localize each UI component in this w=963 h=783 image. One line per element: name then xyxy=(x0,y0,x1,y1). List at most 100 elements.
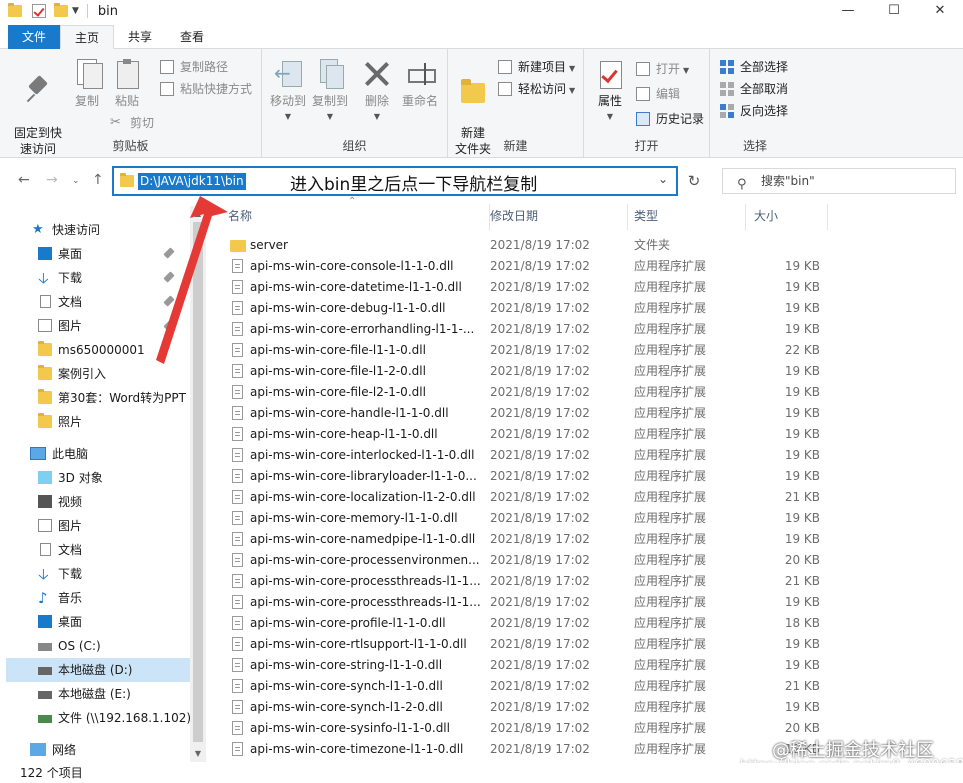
delete-dropdown-icon: ▼ xyxy=(373,112,381,121)
dll-file-icon xyxy=(232,721,243,735)
select-none-button[interactable]: 全部取消 xyxy=(720,80,788,98)
table-row[interactable]: api-ms-win-core-localization-l1-2-0.dll 2… xyxy=(210,487,963,508)
edit-button[interactable]: 编辑 xyxy=(636,85,680,103)
select-all-button[interactable]: 全部选择 xyxy=(720,58,788,76)
nav-item-videos[interactable]: 视频 xyxy=(0,490,190,514)
nav-network[interactable]: 网络 xyxy=(0,738,190,762)
download-arrow-icon: 🡣 xyxy=(38,565,49,583)
paste-shortcut-button[interactable]: 粘贴快捷方式 xyxy=(160,80,252,98)
file-type: 应用程序扩展 xyxy=(634,658,707,672)
minimize-button[interactable]: — xyxy=(825,0,871,22)
address-dropdown-icon[interactable]: ⌄ xyxy=(658,172,668,186)
table-row[interactable]: api-ms-win-core-errorhandling-l1-1-... 20… xyxy=(210,319,963,340)
table-row[interactable]: api-ms-win-core-debug-l1-1-0.dll 2021/8/1… xyxy=(210,298,963,319)
table-row[interactable]: api-ms-win-core-file-l1-2-0.dll 2021/8/19… xyxy=(210,361,963,382)
table-row[interactable]: api-ms-win-core-processthreads-l1-1... 20… xyxy=(210,571,963,592)
tab-file[interactable]: 文件 xyxy=(8,25,61,49)
properties-button[interactable]: 属性 ▼ xyxy=(590,59,630,125)
new-folder-quick-icon[interactable] xyxy=(54,3,68,17)
open-button[interactable]: 打开 ▼ xyxy=(636,60,689,78)
nav-item-music[interactable]: ♪ 音乐 xyxy=(0,586,190,610)
nav-item-folder[interactable]: 第30套：Word转为PPT xyxy=(0,386,190,410)
red-arrow-shape xyxy=(156,196,228,364)
table-row[interactable]: api-ms-win-core-datetime-l1-1-0.dll 2021/… xyxy=(210,277,963,298)
address-folder-icon xyxy=(120,173,134,187)
nav-quick-access-label: 快速访问 xyxy=(52,223,101,237)
cut-button[interactable]: ✂ 剪切 xyxy=(110,114,154,132)
refresh-icon[interactable]: ↻ xyxy=(680,166,708,196)
scroll-down-icon[interactable]: ▼ xyxy=(190,746,206,762)
maximize-button[interactable]: ☐ xyxy=(871,0,917,22)
table-row[interactable]: api-ms-win-core-synch-l1-1-0.dll 2021/8/1… xyxy=(210,676,963,697)
nav-item-folder[interactable]: 照片 xyxy=(0,410,190,434)
nav-item-documents[interactable]: 文档 xyxy=(0,538,190,562)
dll-file-icon xyxy=(232,448,243,462)
nav-item-3d-objects[interactable]: 3D 对象 xyxy=(0,466,190,490)
table-row[interactable]: api-ms-win-core-string-l1-1-0.dll 2021/8/… xyxy=(210,655,963,676)
nav-item-downloads[interactable]: 🡣 下载 xyxy=(0,562,190,586)
tab-share[interactable]: 共享 xyxy=(114,25,166,49)
nav-item-network-drive[interactable]: 文件 (\\192.168.1.102) ( xyxy=(0,706,190,730)
table-row[interactable]: api-ms-win-core-libraryloader-l1-1-0... 2… xyxy=(210,466,963,487)
easy-access-button[interactable]: 轻松访问 ▼ xyxy=(498,80,575,98)
properties-quick-icon[interactable] xyxy=(32,4,46,18)
table-row[interactable]: api-ms-win-core-processenvironmen... 2021… xyxy=(210,550,963,571)
table-row[interactable]: api-ms-win-core-synch-l1-2-0.dll 2021/8/1… xyxy=(210,697,963,718)
up-arrow-icon[interactable]: ↑ xyxy=(92,172,104,188)
properties-dropdown-icon: ▼ xyxy=(606,112,614,121)
nav-item-drive-c[interactable]: OS (C:) xyxy=(0,634,190,658)
column-header-type[interactable]: 类型 xyxy=(626,204,746,230)
nav-item-desktop[interactable]: 桌面 xyxy=(0,610,190,634)
table-row[interactable]: api-ms-win-core-handle-l1-1-0.dll 2021/8/… xyxy=(210,403,963,424)
invert-selection-button[interactable]: 反向选择 xyxy=(720,102,788,120)
table-row[interactable]: api-ms-win-core-interlocked-l1-1-0.dll 20… xyxy=(210,445,963,466)
back-arrow-icon[interactable]: ← xyxy=(18,172,30,188)
nav-item-label: 文件 (\\192.168.1.102) ( xyxy=(58,711,190,725)
table-row[interactable]: api-ms-win-core-processthreads-l1-1... 20… xyxy=(210,592,963,613)
paste-button[interactable]: 粘贴 xyxy=(110,59,144,109)
navigation-bar: ← → ⌄ ↑ D:\JAVA\jdk11\bin 进入bin里之后点一下导航栏… xyxy=(0,160,963,204)
history-button[interactable]: 历史记录 xyxy=(636,110,704,128)
history-label: 历史记录 xyxy=(656,112,705,126)
table-row[interactable]: api-ms-win-core-rtlsupport-l1-1-0.dll 202… xyxy=(210,634,963,655)
column-header-label: 修改日期 xyxy=(490,209,539,223)
table-row[interactable]: server 2021/8/19 17:02 文件夹 xyxy=(210,235,963,256)
copy-path-button[interactable]: 复制路径 xyxy=(160,58,228,76)
column-header-name[interactable]: 名称 xyxy=(220,204,490,230)
file-date: 2021/8/19 17:02 xyxy=(490,637,590,651)
file-date: 2021/8/19 17:02 xyxy=(490,259,590,273)
table-row[interactable]: api-ms-win-core-file-l2-1-0.dll 2021/8/19… xyxy=(210,382,963,403)
quick-access-dropdown-icon[interactable]: ▼ xyxy=(72,6,79,16)
file-name: api-ms-win-core-console-l1-1-0.dll xyxy=(250,259,454,273)
column-header-size[interactable]: 大小 xyxy=(746,204,828,230)
forward-arrow-icon[interactable]: → xyxy=(46,172,58,188)
tab-view[interactable]: 查看 xyxy=(166,25,218,49)
new-item-button[interactable]: 新建项目 ▼ xyxy=(498,58,575,76)
rename-button[interactable]: 重命名 xyxy=(400,59,440,109)
nav-item-drive-d[interactable]: 本地磁盘 (D:) xyxy=(6,658,190,682)
table-row[interactable]: api-ms-win-core-heap-l1-1-0.dll 2021/8/19… xyxy=(210,424,963,445)
nav-item-drive-e[interactable]: 本地磁盘 (E:) xyxy=(0,682,190,706)
table-row[interactable]: api-ms-win-core-memory-l1-1-0.dll 2021/8/… xyxy=(210,508,963,529)
close-button[interactable]: ✕ xyxy=(917,0,963,22)
table-row[interactable]: api-ms-win-core-console-l1-1-0.dll 2021/8… xyxy=(210,256,963,277)
search-input[interactable]: ⚲ 搜索"bin" xyxy=(722,168,956,194)
nav-item-pictures[interactable]: 图片 xyxy=(0,514,190,538)
nav-this-pc[interactable]: 此电脑 xyxy=(0,442,190,466)
tab-home[interactable]: 主页 xyxy=(60,25,115,49)
move-to-button[interactable]: 移动到 ▼ xyxy=(268,59,308,125)
nav-item-label: 第30套：Word转为PPT xyxy=(58,391,186,405)
table-row[interactable]: api-ms-win-core-file-l1-1-0.dll 2021/8/19… xyxy=(210,340,963,361)
dll-file-icon xyxy=(232,280,243,294)
table-row[interactable]: api-ms-win-core-profile-l1-1-0.dll 2021/8… xyxy=(210,613,963,634)
recent-locations-chevron-icon[interactable]: ⌄ xyxy=(72,176,80,186)
table-row[interactable]: api-ms-win-core-namedpipe-l1-1-0.dll 2021… xyxy=(210,529,963,550)
paste-shortcut-icon xyxy=(160,82,174,96)
file-name: api-ms-win-core-namedpipe-l1-1-0.dll xyxy=(250,532,476,546)
copy-button[interactable]: 复制 xyxy=(70,59,104,109)
file-name: api-ms-win-core-synch-l1-1-0.dll xyxy=(250,679,443,693)
column-header-date[interactable]: 修改日期 xyxy=(482,204,628,230)
delete-button[interactable]: 删除 ▼ xyxy=(362,59,392,125)
open-label: 打开 xyxy=(656,62,681,76)
copy-to-button[interactable]: 复制到 ▼ xyxy=(310,59,350,125)
